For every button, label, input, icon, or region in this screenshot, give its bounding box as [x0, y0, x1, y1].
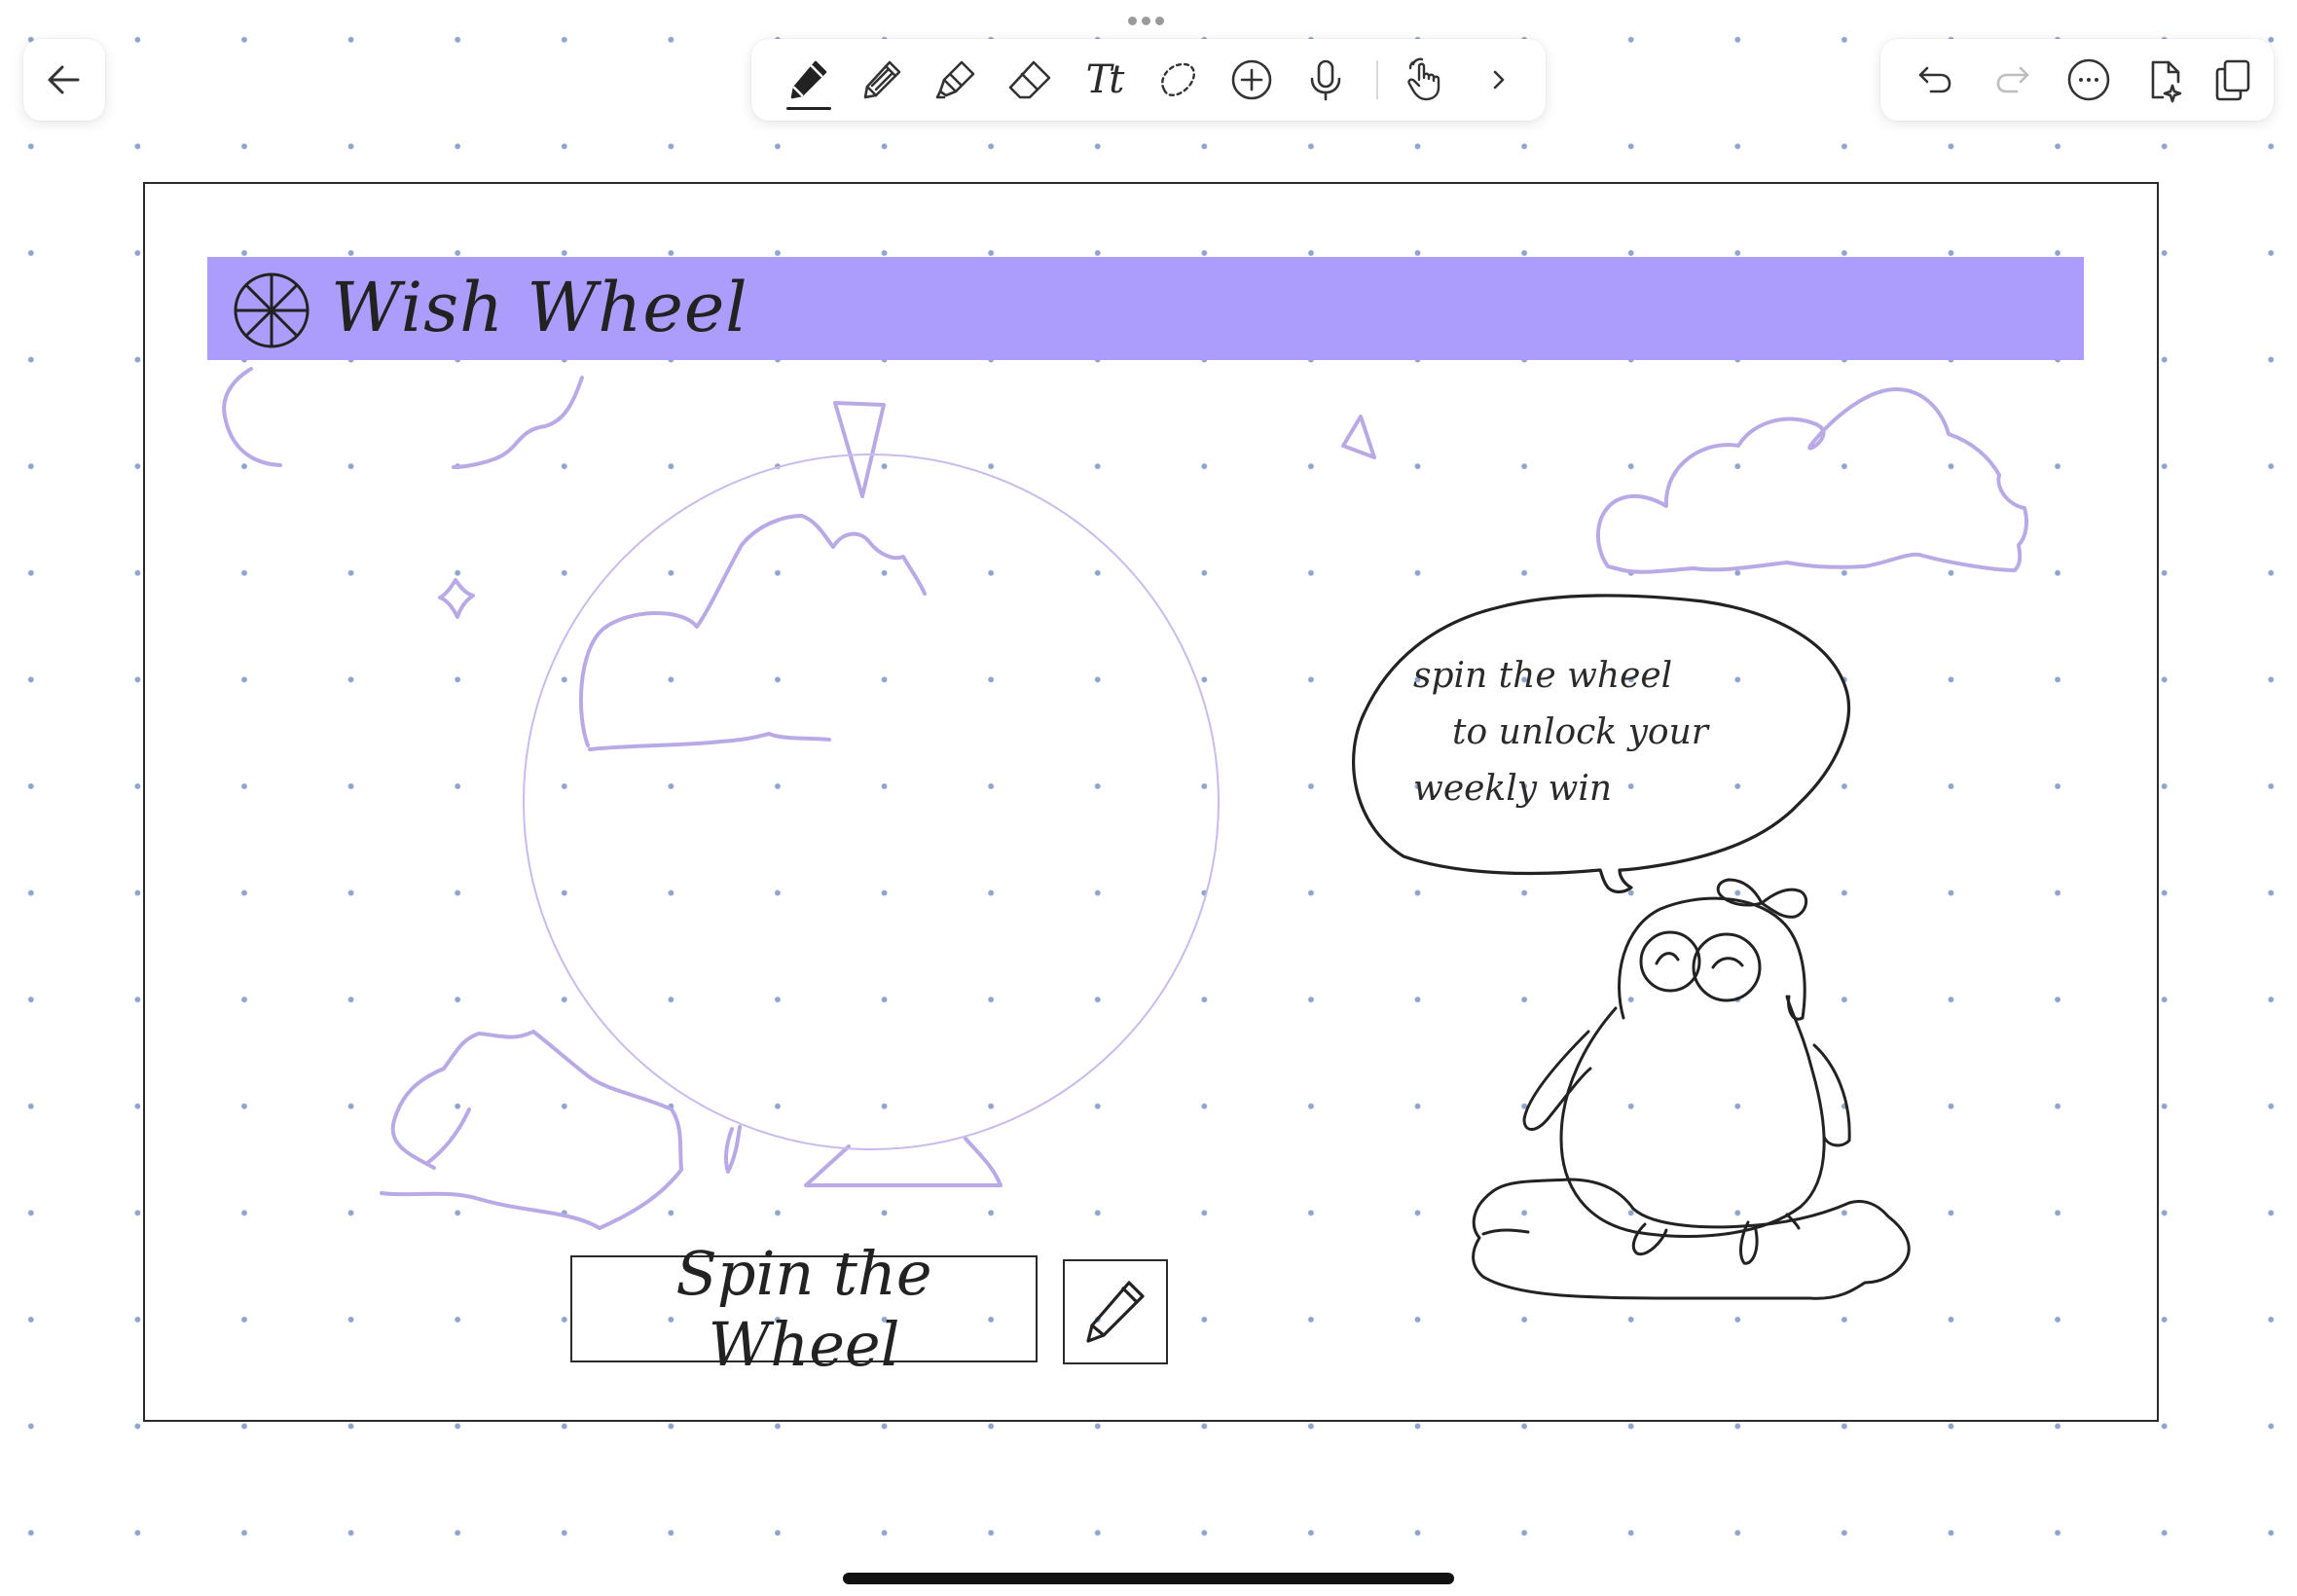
more-tools-button[interactable]: [1474, 54, 1524, 105]
highlighter-tool-button[interactable]: [930, 54, 981, 105]
wheel-icon: [234, 272, 310, 348]
active-tool-indicator: [786, 107, 831, 110]
document-ai-button[interactable]: [2139, 54, 2190, 105]
lasso-tool-button[interactable]: [1152, 54, 1203, 105]
toolbar-divider: [1376, 60, 1378, 99]
pencil-icon: [1086, 1281, 1145, 1343]
microphone-icon: [1310, 59, 1341, 101]
arrow-left-icon: [48, 65, 80, 94]
home-indicator[interactable]: [843, 1573, 1454, 1584]
speech-line: to unlock your: [1452, 712, 1708, 752]
eraser-icon: [1008, 60, 1051, 99]
speech-line: weekly win: [1413, 769, 1613, 809]
eraser-tool-button[interactable]: [1004, 54, 1055, 105]
tools-toolbar: Tt: [751, 39, 1546, 121]
more-options-button[interactable]: [2063, 54, 2114, 105]
canvas-title: Wish Wheel: [331, 268, 748, 347]
highlighter-icon: [935, 60, 975, 99]
speech-bubble-text: spin the wheel to unlock your weekly win: [1413, 648, 1822, 817]
chevron-right-icon: [1493, 70, 1505, 90]
redo-button[interactable]: [1987, 54, 2038, 105]
plus-circle-icon: [1231, 59, 1272, 100]
window-grabber[interactable]: [1128, 17, 1164, 25]
lasso-icon: [1161, 62, 1195, 96]
document-sparkle-icon: [2151, 60, 2182, 103]
pen-tool-button[interactable]: [783, 54, 833, 105]
add-tool-button[interactable]: [1226, 54, 1277, 105]
canvas-page-frame: [143, 182, 2159, 1422]
document-actions-toolbar: [1880, 39, 2274, 121]
undo-button[interactable]: [1910, 54, 1960, 105]
speech-line: spin the wheel: [1413, 656, 1673, 696]
more-options-icon: [2067, 58, 2110, 101]
text-icon: Tt: [1085, 57, 1125, 102]
grabber-dot: [1142, 17, 1150, 25]
redo-icon: [1996, 66, 2029, 93]
pen-icon: [790, 60, 827, 99]
audio-tool-button[interactable]: [1300, 54, 1351, 105]
grabber-dot: [1128, 17, 1137, 25]
pages-icon: [2215, 59, 2250, 101]
pencil-icon: [863, 60, 901, 99]
text-tool-button[interactable]: Tt: [1078, 54, 1129, 105]
hand-pointer-icon: [1407, 57, 1440, 101]
edit-wheel-button[interactable]: [1063, 1259, 1168, 1364]
touch-tool-button[interactable]: [1400, 54, 1450, 105]
pages-button[interactable]: [2207, 54, 2258, 105]
pencil-tool-button[interactable]: [857, 54, 907, 105]
back-button[interactable]: [23, 39, 105, 121]
grabber-dot: [1155, 17, 1164, 25]
spin-the-wheel-button[interactable]: Spin the Wheel: [570, 1238, 1038, 1380]
undo-icon: [1918, 66, 1951, 93]
